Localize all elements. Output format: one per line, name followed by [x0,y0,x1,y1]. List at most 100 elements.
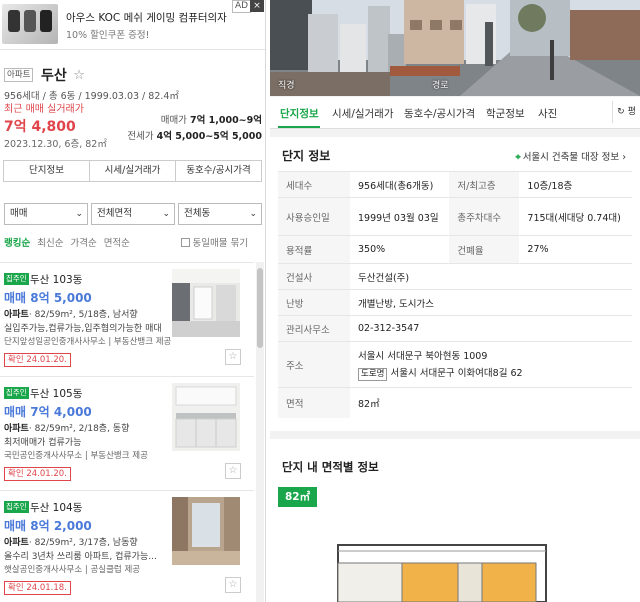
recent-price-date: 2023.12.30, 6층, 82㎡ [4,139,107,150]
road-address: 서울시 서대문구 이화여대8길 62 [390,368,523,379]
complex-info-button[interactable]: 단지정보 [3,160,90,182]
listing-price: 매매 8억 5,000 [4,291,92,305]
tab-price-history[interactable]: 시세/실거래가 [332,106,394,121]
listing-description: 올수리 3년차 쓰리룸 아파트, 컵류가능... [4,552,157,562]
ad-title: 아우스 KOC 메쉬 게이밍 컴퓨터의자 [66,12,227,24]
listing-description: 최저매매가 컵류가능 [4,438,82,448]
trade-type-select[interactable]: 매매 ⌄ [4,203,88,225]
sort-latest[interactable]: 최신순 [37,238,63,249]
road-name-badge: 도로명 [358,368,388,381]
builder-label: 건설사 [278,263,350,290]
floor-area-ratio-value: 350% [350,235,450,264]
favorite-star-icon[interactable]: ☆ [73,68,85,83]
management-office-label: 관리사무소 [278,315,350,342]
ad-close-icon[interactable]: × [250,0,264,12]
listing-favorite-star-icon[interactable]: ☆ [225,577,241,593]
listing-description: 실입주가능,컵류가능,입주협의가능한 매대 [4,324,162,334]
listing-title: 두산 103동 [30,274,83,286]
listing-photo[interactable] [172,497,240,565]
listing-confirm-date: 확인 24.01.20. [4,467,71,481]
tab-photos[interactable]: 사진 [538,106,557,121]
sort-area[interactable]: 면적순 [104,238,130,249]
scrollbar-thumb[interactable] [257,268,263,348]
ad-badge: AD [232,0,252,13]
group-same-listings-checkbox[interactable]: 동일매물 묶기 [180,235,255,249]
sort-price[interactable]: 가격순 [70,238,96,249]
hallway-photo [172,497,240,565]
listing-item[interactable]: 집주인 두산 103동 매매 8억 5,000 아파트· 82/59m², 5/… [0,262,254,374]
listing-agent: 국민공인중개사사무소 | 부동산뱅크 제공 [4,451,148,461]
listing-item[interactable]: 집주인 두산 104동 매매 8억 2,000 아파트· 82/59m², 3/… [0,490,254,602]
pin-icon: ⌖ [515,152,521,163]
area-info-title: 단지 내 면적별 정보 [282,460,379,474]
street-view-photo[interactable]: 직경 경로 [270,0,640,96]
complex-name: 두산 [40,68,67,84]
heating-value: 개별난방, 도시가스 [350,289,632,316]
road-address-row: 도로명 서울시 서대문구 이화여대8길 62 [358,365,624,381]
street-label-right: 경로 [432,81,449,91]
chevron-down-icon: ⌄ [75,209,83,219]
building-coverage-label: 건폐율 [449,235,520,264]
listing-agent: 햇살공인중개사사무소 | 공실클럽 제공 [4,565,141,575]
active-tab-indicator [278,126,320,128]
street-view-image [270,0,640,96]
owner-badge: 집주인 [4,273,29,285]
listing-agent: 단지앞성일공인중개사사무소 | 부동산뱅크 제공 [4,337,172,347]
sale-price-range: 매매가 7억 1,000~9억 [160,115,262,126]
chevron-down-icon: ⌄ [249,209,257,219]
building-select[interactable]: 전체동 ⌄ [178,203,262,225]
complex-header: 아파트 두산 ☆ 956세대 / 총 6동 / 1999.03.03 / 82.… [0,51,265,102]
area-unit-toggle[interactable]: ↻ 평 [612,101,640,123]
sort-ranking[interactable]: 랭킹순 [4,238,30,249]
listing-item[interactable]: 집주인 두산 105동 매매 7억 4,000 아파트· 82/59m², 2/… [0,376,254,488]
parking-value: 715대(세대당 0.74대) [519,197,632,236]
listing-price: 매매 8억 2,000 [4,519,92,533]
building-register-link[interactable]: ⌖ 서울시 건축물 대장 정보 › [515,149,626,163]
detail-tab-bar: 단지정보 시세/실거래가 동호수/공시가격 학군정보 사진 ↻ 평 [270,97,640,129]
chevron-right-icon: › [622,152,626,163]
area-value: 82㎡ [350,387,632,418]
parking-label: 총주차대수 [449,197,520,236]
owner-badge: 집주인 [4,387,29,399]
listing-favorite-star-icon[interactable]: ☆ [225,463,241,479]
tab-school-info[interactable]: 학군정보 [486,106,525,121]
management-office-phone[interactable]: 02-312-3547 [350,315,632,342]
listing-spec: 아파트· 82/59m², 2/18층, 동향 [4,424,130,434]
ad-banner[interactable]: 아우스 KOC 메쉬 게이밍 컴퓨터의자 10% 할인쿠폰 증정! AD × [0,0,265,50]
listing-favorite-star-icon[interactable]: ☆ [225,349,241,365]
checkbox-icon [180,238,190,247]
complex-info-card: 단지 정보 ⌖ 서울시 건축물 대장 정보 › 세대수 956세대(총6개동) 저… [270,137,640,431]
price-history-button[interactable]: 시세/실거래가 [89,160,176,182]
floors-label: 저/최고층 [449,171,520,198]
sort-bar: 랭킹순 최신순 가격순 면적순 동일매물 묶기 [4,235,262,251]
tab-complex-info[interactable]: 단지정보 [280,106,319,121]
listing-price: 매매 7억 4,000 [4,405,92,419]
tab-unit-price[interactable]: 동호수/공시가격 [404,106,475,121]
listing-confirm-date: 확인 24.01.18. [4,581,71,595]
jeonse-price-range: 전세가 4억 5,000~5억 5,000 [127,131,262,142]
listing-photo[interactable] [172,383,240,451]
refresh-icon: ↻ [617,107,625,117]
chevron-down-icon: ⌄ [162,209,170,219]
address-value: 서울시 서대문구 북아현동 1009 도로명 서울시 서대문구 이화여대8길 62 [350,341,632,388]
area-chip-82[interactable]: 82㎡ [278,487,318,507]
listing-title: 두산 105동 [30,388,83,400]
unit-price-button[interactable]: 동호수/공시가격 [175,160,262,182]
complex-type-tag: 아파트 [4,68,34,82]
area-info-card: 단지 내 면적별 정보 82㎡ [270,439,640,602]
lot-address: 서울시 서대문구 북아현동 1009 [358,351,488,362]
listing-spec: 아파트· 82/59m², 3/17층, 남동향 [4,538,138,548]
floors-value: 10층/18층 [519,171,632,198]
heating-label: 난방 [278,289,350,316]
price-summary: 최근 매매 실거래가 7억 4,800 2023.12.30, 6층, 82㎡ … [4,100,262,150]
owner-badge: 집주인 [4,501,29,513]
complex-button-row: 단지정보 시세/실거래가 동호수/공시가격 [3,160,262,182]
ad-thumbnail [2,4,58,44]
floorplan-image[interactable] [332,539,552,602]
complex-detail-panel: 직경 경로 단지정보 시세/실거래가 동호수/공시가격 학군정보 사진 ↻ 평 … [270,0,640,602]
area-select[interactable]: 전체면적 ⌄ [91,203,175,225]
listing-scrollbar[interactable] [256,262,264,602]
interior-photo [172,269,240,337]
listing-photo[interactable] [172,269,240,337]
complex-info-table: 세대수 956세대(총6개동) 저/최고층 10층/18층 사용승인일 1999… [278,171,632,418]
